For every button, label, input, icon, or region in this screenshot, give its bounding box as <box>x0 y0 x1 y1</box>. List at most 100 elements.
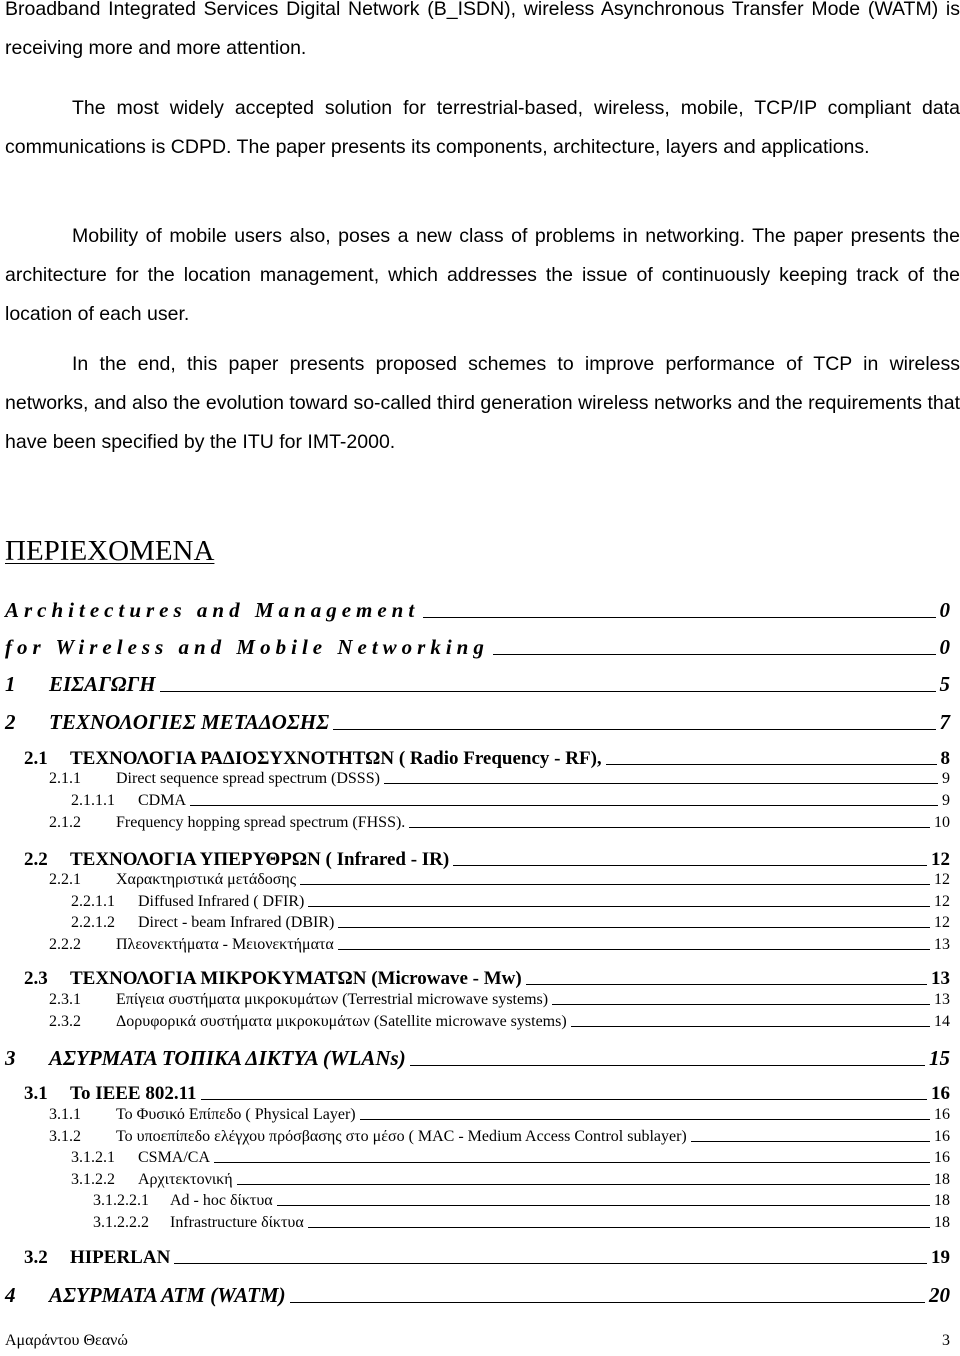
toc-entry-label: Χαρακτηριστικά μετάδοσης <box>116 871 297 888</box>
toc-entry-number: 2.3 <box>24 968 48 989</box>
toc-entry-label: Το IEEE 802.11 <box>70 1083 197 1104</box>
toc-entry-number: 3.1.2.1 <box>71 1149 115 1166</box>
toc-entry[interactable]: 2.2.1.2 Direct - beam Infrared (DBIR) 12 <box>71 914 950 932</box>
toc-entry-page: 16 <box>934 1106 950 1123</box>
footer-page-number: 3 <box>942 1332 950 1349</box>
toc-entry-number: 3.2 <box>24 1247 48 1268</box>
toc-leader-line <box>276 1205 930 1206</box>
toc-entry-label: ΤΕΧΝΟΛΟΓΙΕΣ ΜΕΤΑΔΟΣΗΣ <box>49 710 330 734</box>
toc-entry-page: 9 <box>942 792 950 809</box>
toc-entry[interactable]: 3.1.2.2.2 Infrastructure δίκτυα 18 <box>93 1214 950 1232</box>
page-footer: Αμαράντου Θεανώ 3 <box>5 1332 950 1350</box>
toc-leader-line <box>453 865 927 866</box>
toc-entry[interactable]: 2.1.2 Frequency hopping spread spectrum (… <box>49 814 950 832</box>
toc-entry-page: 10 <box>934 814 950 831</box>
toc-entry-label: Infrastructure δίκτυα <box>170 1214 304 1231</box>
toc-entry[interactable]: 3.1.1 Το Φυσικό Επίπεδο ( Physical Layer)… <box>49 1106 950 1124</box>
toc-entry[interactable]: for Wireless and Mobile Networking 0 <box>5 635 950 660</box>
toc-entry-label: Το υποεπίπεδο ελέγχου πρόσβασης στο μέσο… <box>116 1128 687 1145</box>
toc-leader-line <box>308 906 930 907</box>
toc-entry-number: 2.1.2 <box>49 814 81 831</box>
toc-leader-line <box>159 691 936 692</box>
toc-leader-line <box>492 654 936 655</box>
toc-entry-label: Πλεονεκτήματα - Μειονεκτήματα <box>116 936 334 953</box>
toc-entry-label: ΤΕΧΝΟΛΟΓΙΑ ΜΙΚΡΟΚΥΜΑΤΩΝ (Microwave - Mw) <box>70 968 522 989</box>
toc-entry[interactable]: 4 ΑΣΥΡΜΑΤΑ ΑΤΜ (WATM) 20 <box>5 1283 950 1308</box>
toc-leader-line <box>337 949 930 950</box>
toc-entry-page: 15 <box>929 1046 950 1070</box>
toc-entry-label: Επίγεια συστήματα μικροκυμάτων (Terrestr… <box>116 991 549 1008</box>
intro-paragraph-4: In the end, this paper presents proposed… <box>5 353 960 453</box>
toc-leader-line <box>525 984 927 985</box>
toc-entry[interactable]: 2.1.1 Direct sequence spread spectrum (DS… <box>49 770 950 788</box>
toc-entry[interactable]: 2.2.1 Χαρακτηριστικά μετάδοσης 12 <box>49 871 950 889</box>
toc-leader-line <box>570 1026 930 1027</box>
toc-entry[interactable]: 3 ΑΣΥΡΜΑΤΑ ΤΟΠΙΚΑ ΔΙΚΤΥΑ (WLANs) 15 <box>5 1046 950 1071</box>
toc-entry-number: 2.3.1 <box>49 991 81 1008</box>
toc-entry-number: 2.2.1 <box>49 871 81 888</box>
toc-leader-line <box>307 1227 930 1228</box>
toc-entry-label: Το Φυσικό Επίπεδο ( Physical Layer) <box>116 1106 356 1123</box>
toc-entry-label: Architectures and Management <box>5 598 420 622</box>
intro-paragraph-2: The most widely accepted solution for te… <box>5 97 960 158</box>
toc-entry[interactable]: 3.1.2 Το υποεπίπεδο ελέγχου πρόσβασης στο… <box>49 1128 950 1146</box>
toc-entry-label: Ad - hoc δίκτυα <box>170 1192 273 1209</box>
toc-leader-line <box>174 1263 927 1264</box>
toc-entry-page: 18 <box>934 1192 950 1209</box>
toc-entry-page: 12 <box>934 893 950 910</box>
toc-entry-number: 2.1 <box>24 748 48 769</box>
toc-entry[interactable]: 2.2.2 Πλεονεκτήματα - Μειονεκτήματα 13 <box>49 936 950 954</box>
toc-leader-line <box>690 1141 930 1142</box>
toc-entry[interactable]: Architectures and Management 0 <box>5 598 950 623</box>
toc-entry[interactable]: 3.1.2.2.1 Ad - hoc δίκτυα 18 <box>93 1192 950 1210</box>
toc-entry[interactable]: 2.3.2 Δορυφορικά συστήματα μικροκυμάτων (… <box>49 1013 950 1031</box>
toc-entry-label: CSMA/CA <box>138 1149 211 1166</box>
toc-entry[interactable]: 1 ΕΙΣΑΓΩΓΗ 5 <box>5 672 950 697</box>
toc-entry-page: 0 <box>939 598 951 622</box>
toc-leader-line <box>236 1184 930 1185</box>
toc-entry-label: ΑΣΥΡΜΑΤΑ ΑΤΜ (WATM) <box>49 1283 286 1307</box>
toc-entry-label: ΑΣΥΡΜΑΤΑ ΤΟΠΙΚΑ ΔΙΚΤΥΑ (WLANs) <box>49 1046 406 1070</box>
toc-entry-page: 14 <box>934 1013 950 1030</box>
toc-leader-line <box>605 764 937 765</box>
toc-entry-number: 3.1.2.2.1 <box>93 1192 149 1209</box>
toc-entry-label: Diffused Infrared ( DFIR) <box>138 893 305 910</box>
toc-entry[interactable]: 2.2 ΤΕΧΝΟΛΟΓΙΑ ΥΠΕΡΥΘΡΩΝ ( Infrared - IR)… <box>24 849 950 871</box>
toc-entry[interactable]: 3.2 HIPERLAN 19 <box>24 1247 950 1269</box>
toc-leader-line <box>409 1065 925 1066</box>
toc-entry-number: 4 <box>5 1283 16 1307</box>
toc-leader-line <box>359 1119 930 1120</box>
toc-entry[interactable]: 2.3 ΤΕΧΝΟΛΟΓΙΑ ΜΙΚΡΟΚΥΜΑΤΩΝ (Microwave - … <box>24 968 950 990</box>
toc-entry-page: 12 <box>934 914 950 931</box>
toc-entry-label: for Wireless and Mobile Networking <box>5 635 489 659</box>
toc-entry-page: 13 <box>934 936 950 953</box>
toc-entry-page: 5 <box>939 672 951 696</box>
toc-entry[interactable]: 3.1 Το IEEE 802.11 16 <box>24 1083 950 1105</box>
toc-entry-page: 16 <box>931 1083 950 1104</box>
toc-entry[interactable]: 3.1.2.2 Αρχιτεκτονική 18 <box>71 1171 950 1189</box>
toc-entry-number: 1 <box>5 672 16 696</box>
toc-entry[interactable]: 2.1 ΤΕΧΝΟΛΟΓΙΑ ΡΑΔΙΟΣΥΧΝΟΤΗΤΩΝ ( Radio Fr… <box>24 748 950 770</box>
toc-leader-line <box>190 805 938 806</box>
toc-entry[interactable]: 2 ΤΕΧΝΟΛΟΓΙΕΣ ΜΕΤΑΔΟΣΗΣ 7 <box>5 710 950 735</box>
toc-entry-page: 0 <box>939 635 951 659</box>
toc-entry-page: 19 <box>931 1247 950 1268</box>
toc-entry[interactable]: 2.2.1.1 Diffused Infrared ( DFIR) 12 <box>71 893 950 911</box>
toc-entry-page: 13 <box>931 968 950 989</box>
toc-entry[interactable]: 2.3.1 Επίγεια συστήματα μικροκυμάτων (Ter… <box>49 991 950 1009</box>
toc-entry-number: 2.1.1.1 <box>71 792 115 809</box>
toc-leader-line <box>423 617 936 618</box>
toc-entry-number: 2.2 <box>24 849 48 870</box>
toc-entry-page: 16 <box>934 1149 950 1166</box>
toc-entry-number: 3 <box>5 1046 16 1070</box>
toc-leader-line <box>289 1302 925 1303</box>
toc-entry[interactable]: 2.1.1.1 CDMA 9 <box>71 792 950 810</box>
toc-entry-number: 3.1 <box>24 1083 48 1104</box>
toc-entry-page: 12 <box>934 871 950 888</box>
toc-entry[interactable]: 3.1.2.1 CSMA/CA 16 <box>71 1149 950 1167</box>
toc-leader-line <box>552 1004 930 1005</box>
toc-leader-line <box>338 927 930 928</box>
toc-leader-line <box>214 1162 930 1163</box>
toc-entry-page: 16 <box>934 1128 950 1145</box>
toc-entry-page: 18 <box>934 1171 950 1188</box>
